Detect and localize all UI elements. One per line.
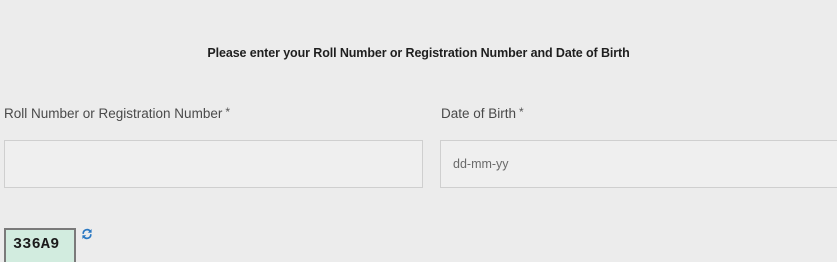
roll-number-required-mark: * bbox=[225, 105, 230, 119]
form-title: Please enter your Roll Number or Registr… bbox=[207, 46, 630, 60]
date-of-birth-label: Date of Birth * bbox=[441, 105, 524, 121]
roll-number-input[interactable] bbox=[4, 140, 423, 188]
refresh-icon[interactable] bbox=[81, 228, 93, 240]
date-of-birth-required-mark: * bbox=[519, 105, 524, 119]
date-of-birth-label-text: Date of Birth bbox=[441, 106, 517, 121]
captcha-code: 336A9 bbox=[4, 228, 76, 262]
date-of-birth-input[interactable] bbox=[440, 140, 837, 188]
roll-number-label: Roll Number or Registration Number * bbox=[4, 105, 230, 121]
roll-number-label-text: Roll Number or Registration Number bbox=[4, 106, 223, 121]
